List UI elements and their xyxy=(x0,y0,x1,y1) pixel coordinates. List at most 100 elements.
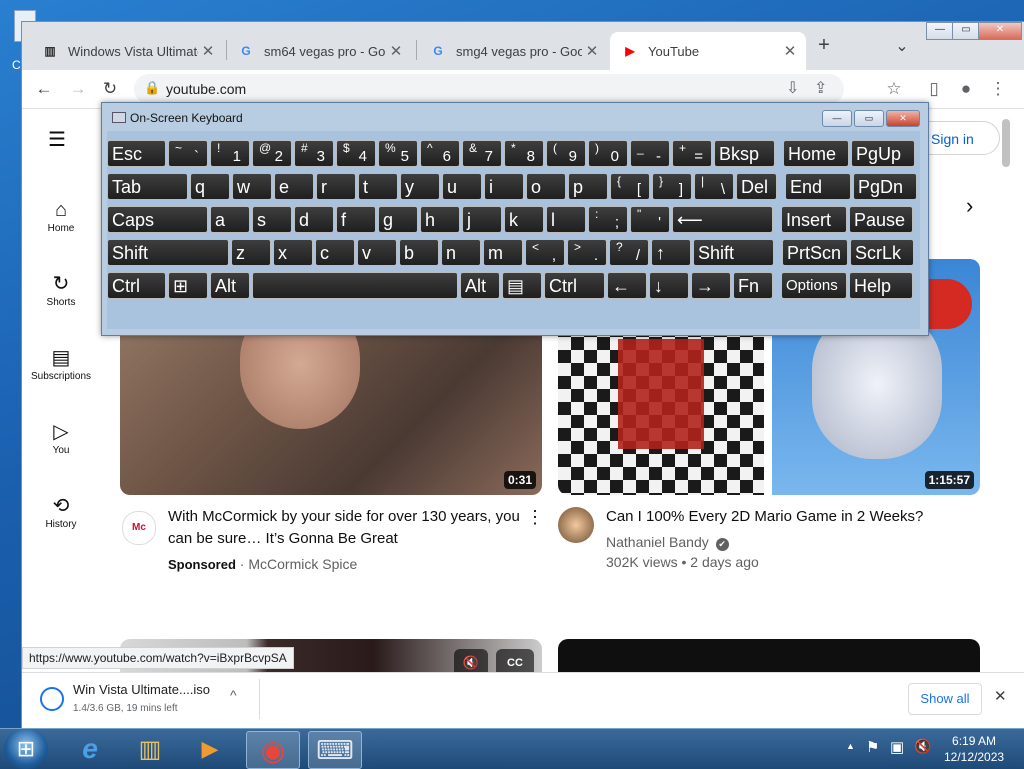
osk-key[interactable]: (9 xyxy=(546,140,586,167)
osk-key[interactable]: ScrLk xyxy=(850,239,914,266)
osk-key[interactable]: Home xyxy=(783,140,849,167)
channel-avatar-nathaniel[interactable] xyxy=(558,507,594,543)
osk-key[interactable]: e xyxy=(274,173,314,200)
tab-close-icon[interactable]: ✕ xyxy=(582,42,602,60)
osk-key[interactable]: @2 xyxy=(252,140,292,167)
osk-key[interactable]: b xyxy=(399,239,439,266)
new-tab-button[interactable]: + xyxy=(812,34,836,57)
osk-key[interactable]: m xyxy=(483,239,523,266)
osk-key[interactable]: o xyxy=(526,173,566,200)
osk-close-button[interactable]: ✕ xyxy=(886,110,920,127)
action-center-flag-icon[interactable]: ⚑ xyxy=(866,738,879,756)
chrome-menu-icon[interactable]: ⋮ xyxy=(986,77,1010,101)
address-bar[interactable]: 🔒 youtube.com ⇩ ⇪ xyxy=(134,74,844,104)
more-actions-icon[interactable]: ⋮ xyxy=(526,507,544,528)
osk-key[interactable]: Esc xyxy=(107,140,166,167)
osk-key[interactable]: i xyxy=(484,173,524,200)
osk-key[interactable]: Del xyxy=(736,173,777,200)
osk-key[interactable]: d xyxy=(294,206,334,233)
close-window-button[interactable]: ✕ xyxy=(978,22,1022,40)
osk-key[interactable]: → xyxy=(691,272,731,299)
video-title[interactable]: Can I 100% Every 2D Mario Game in 2 Week… xyxy=(606,506,986,528)
osk-key[interactable]: Help xyxy=(849,272,913,299)
osk-key[interactable]: {[ xyxy=(610,173,650,200)
download-options-chevron-icon[interactable]: ^ xyxy=(230,687,237,703)
bookmark-star-icon[interactable]: ☆ xyxy=(882,77,906,101)
osk-key[interactable]: l xyxy=(546,206,586,233)
system-clock[interactable]: 6:19 AM 12/12/2023 xyxy=(944,733,1004,765)
osk-key[interactable]: + = xyxy=(672,140,712,167)
osk-key[interactable]: z xyxy=(231,239,271,266)
osk-key[interactable]: Alt xyxy=(460,272,500,299)
osk-key[interactable]: Tab xyxy=(107,173,188,200)
osk-key[interactable]: t xyxy=(358,173,398,200)
osk-key[interactable]: x xyxy=(273,239,313,266)
osk-key[interactable]: f xyxy=(336,206,376,233)
osk-key[interactable]: <, xyxy=(525,239,565,266)
download-icon[interactable]: ⇩ xyxy=(786,78,799,98)
guide-history[interactable]: ⟲ History xyxy=(22,493,100,530)
osk-key[interactable]: p xyxy=(568,173,608,200)
chrome-taskbar-icon[interactable]: ◉ xyxy=(246,731,300,769)
osk-key[interactable]: & 7 xyxy=(462,140,502,167)
osk-key[interactable]: v xyxy=(357,239,397,266)
osk-key[interactable]: s xyxy=(252,206,292,233)
osk-minimize-button[interactable]: — xyxy=(822,110,852,127)
volume-muted-icon[interactable]: 🔇 xyxy=(914,738,931,755)
forward-button[interactable]: → xyxy=(66,77,90,101)
osk-key[interactable]: Caps xyxy=(107,206,208,233)
osk-key[interactable]: q xyxy=(190,173,230,200)
osk-key[interactable]: :; xyxy=(588,206,628,233)
osk-key[interactable]: y xyxy=(400,173,440,200)
lock-icon[interactable]: 🔒 xyxy=(144,80,160,96)
osk-key[interactable]: r xyxy=(316,173,356,200)
osk-key[interactable]: Fn xyxy=(733,272,773,299)
osk-key[interactable]: PgUp xyxy=(851,140,915,167)
profile-icon[interactable]: ● xyxy=(954,77,978,101)
hamburger-menu-icon[interactable]: ☰ xyxy=(48,127,66,152)
osk-key[interactable]: ▤ xyxy=(502,272,542,299)
osk-key[interactable]: ↑ xyxy=(651,239,691,266)
osk-key[interactable]: | \ xyxy=(694,173,734,200)
osk-key[interactable]: Shift xyxy=(107,239,229,266)
network-icon[interactable]: ▣ xyxy=(890,738,904,756)
osk-key[interactable]: k xyxy=(504,206,544,233)
tab-close-icon[interactable]: ✕ xyxy=(198,42,218,60)
osk-key[interactable]: ← xyxy=(607,272,647,299)
reload-button[interactable]: ↻ xyxy=(98,77,122,101)
osk-key[interactable]: w xyxy=(232,173,272,200)
back-button[interactable]: ← xyxy=(32,77,56,101)
download-filename[interactable]: Win Vista Ultimate....iso xyxy=(73,682,210,697)
tab-close-icon[interactable]: ✕ xyxy=(780,42,800,60)
channel-name[interactable]: McCormick Spice xyxy=(248,556,357,572)
guide-home[interactable]: ⌂ Home xyxy=(22,197,100,234)
osk-key[interactable]: Shift xyxy=(693,239,774,266)
osk-key[interactable]: ? / xyxy=(609,239,649,266)
osk-key[interactable]: h xyxy=(420,206,460,233)
osk-key[interactable]: End xyxy=(785,173,851,200)
osk-key[interactable]: Alt xyxy=(210,272,250,299)
tab-sm64-search[interactable]: G sm64 vegas pro - Googl ✕ xyxy=(226,32,412,70)
side-panel-icon[interactable]: ▯ xyxy=(922,77,946,101)
video-title[interactable]: With McCormick by your side for over 130… xyxy=(168,506,520,550)
address-url[interactable]: youtube.com xyxy=(166,81,246,97)
osk-key[interactable]: }] xyxy=(652,173,692,200)
osk-key[interactable]: Pause xyxy=(849,206,913,233)
osk-key[interactable]: #3 xyxy=(294,140,334,167)
chips-next-icon[interactable]: › xyxy=(966,193,973,219)
guide-subscriptions[interactable]: ▤ Subscriptions xyxy=(22,345,100,382)
osk-key[interactable]: g xyxy=(378,206,418,233)
guide-shorts[interactable]: ↻ Shorts xyxy=(22,271,100,308)
osk-key[interactable]: $4 xyxy=(336,140,376,167)
minimize-button[interactable]: — xyxy=(926,22,954,40)
media-player-taskbar-icon[interactable]: ▶ xyxy=(184,731,236,767)
tab-close-icon[interactable]: ✕ xyxy=(386,42,406,60)
osk-restore-button[interactable]: ▭ xyxy=(854,110,884,127)
osk-key[interactable]: Bksp xyxy=(714,140,775,167)
osk-key[interactable]: ~ ` xyxy=(168,140,208,167)
tab-windows-vista[interactable]: ▥ Windows Vista Ultimate ✕ xyxy=(30,32,224,70)
osk-key[interactable]: a xyxy=(210,206,250,233)
tab-search-button[interactable]: ⌄ xyxy=(892,36,912,56)
close-download-shelf-icon[interactable]: ✕ xyxy=(994,687,1007,705)
channel-avatar-mccormick[interactable]: Mc xyxy=(122,511,156,545)
